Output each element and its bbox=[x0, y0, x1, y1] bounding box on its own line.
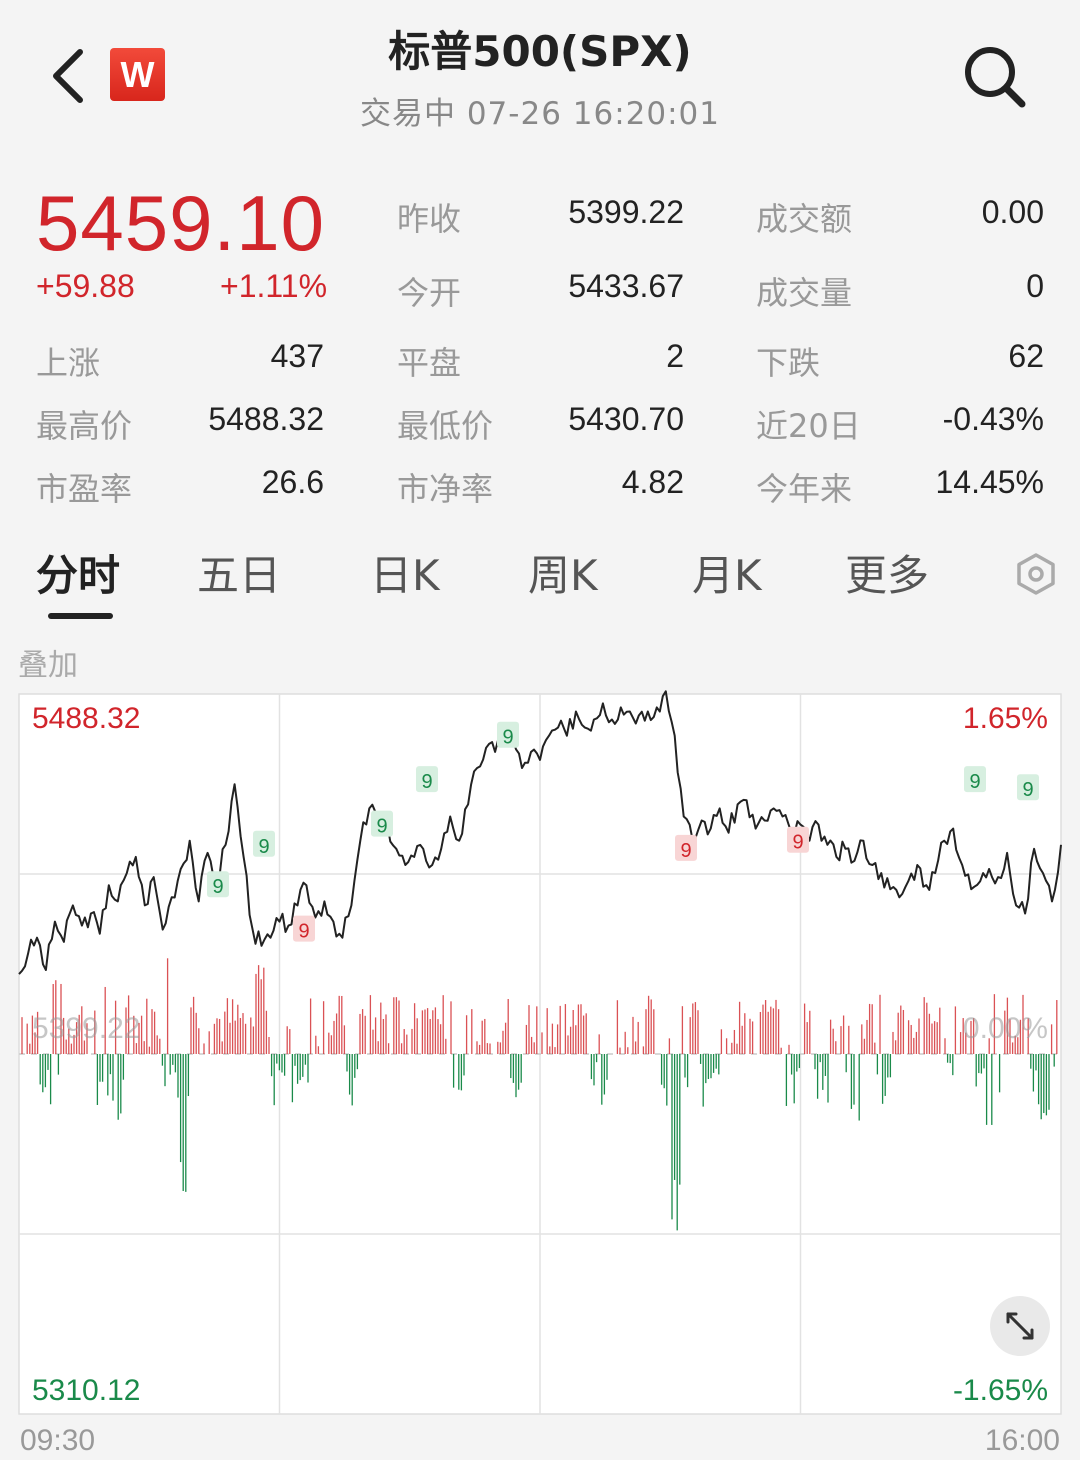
x-axis-start: 09:30 bbox=[20, 1424, 96, 1457]
signal-marker-green-label: 9 bbox=[212, 876, 223, 898]
signal-marker-red-label: 9 bbox=[792, 832, 803, 854]
intraday-chart[interactable]: 9 9 9 9 9 9 9 9 9 9 5488.32 1.65% 5399.22 0.00% 5… bbox=[0, 680, 1080, 1460]
pct-axis-low: -1.65% bbox=[952, 1374, 1048, 1407]
y-axis-mid: 5399.22 bbox=[32, 1012, 141, 1045]
signal-marker-red: 9 bbox=[787, 826, 809, 854]
tab-daily-k[interactable]: 日K bbox=[370, 542, 440, 603]
chart-canvas: 9 9 9 9 9 9 9 9 9 9 bbox=[18, 690, 1062, 1415]
pb-value: 4.82 bbox=[621, 464, 684, 500]
signal-marker-green-label: 9 bbox=[502, 727, 513, 749]
d20-value: -0.43% bbox=[942, 401, 1044, 437]
tab-monthly-k[interactable]: 月K bbox=[692, 542, 762, 603]
signal-marker-red-label: 9 bbox=[680, 840, 691, 862]
price-change-percent: +1.11% bbox=[220, 268, 328, 304]
current-price: 5459.10 bbox=[36, 179, 325, 267]
pe-label: 市盈率 bbox=[36, 470, 133, 508]
signal-marker-red: 9 bbox=[675, 834, 697, 862]
price-change: +59.88 bbox=[36, 268, 135, 304]
signal-marker-green-label: 9 bbox=[1022, 779, 1033, 801]
low-value: 5430.70 bbox=[568, 401, 684, 437]
signal-marker-green-label: 9 bbox=[421, 771, 432, 793]
x-axis-end: 16:00 bbox=[984, 1424, 1060, 1457]
volume-label: 成交量 bbox=[756, 274, 853, 312]
expand-chart-button[interactable] bbox=[990, 1296, 1050, 1356]
y-axis-low: 5310.12 bbox=[32, 1374, 141, 1407]
signal-marker-red-label: 9 bbox=[298, 921, 309, 943]
tab-five-day[interactable]: 五日 bbox=[197, 542, 281, 603]
advance-value: 437 bbox=[270, 338, 324, 374]
signal-marker-green: 9 bbox=[253, 830, 275, 858]
prev-close-label: 昨收 bbox=[397, 200, 462, 238]
flat-label: 平盘 bbox=[397, 344, 462, 382]
y-axis-high: 5488.32 bbox=[32, 702, 141, 735]
settings-hexagon-icon[interactable] bbox=[1014, 552, 1058, 596]
decline-value: 62 bbox=[1008, 338, 1044, 374]
signal-marker-green: 9 bbox=[207, 871, 229, 898]
advance-label: 上涨 bbox=[36, 344, 101, 382]
high-value: 5488.32 bbox=[208, 401, 324, 437]
pe-value: 26.6 bbox=[261, 464, 324, 500]
tab-more[interactable]: 更多 bbox=[845, 542, 929, 603]
ytd-label: 今年来 bbox=[756, 470, 853, 508]
signal-marker-green: 9 bbox=[416, 766, 438, 793]
pct-axis-mid: 0.00% bbox=[962, 1012, 1048, 1045]
signal-marker-green-label: 9 bbox=[258, 836, 269, 858]
header-bar: W 标普500(SPX) 交易中 07-26 16:20:01 bbox=[0, 0, 1080, 150]
trading-status: 交易中 07-26 16:20:01 bbox=[359, 96, 720, 132]
turnover-value: 0.00 bbox=[981, 194, 1044, 230]
overlay-button[interactable]: 叠加 bbox=[18, 640, 78, 684]
signal-marker-green: 9 bbox=[371, 810, 393, 838]
signal-marker-green-label: 9 bbox=[376, 816, 387, 838]
signal-marker-green: 9 bbox=[1017, 774, 1039, 801]
tab-intraday[interactable]: 分时 bbox=[36, 542, 120, 603]
flat-value: 2 bbox=[666, 338, 684, 374]
signal-marker-green: 9 bbox=[497, 721, 519, 749]
signal-marker-green: 9 bbox=[964, 766, 986, 793]
turnover-label: 成交额 bbox=[756, 200, 853, 238]
open-label: 今开 bbox=[397, 274, 462, 312]
signal-marker-green-label: 9 bbox=[969, 771, 980, 793]
pct-axis-high: 1.65% bbox=[962, 702, 1048, 735]
volume-value: 0 bbox=[1026, 268, 1044, 304]
prev-close-value: 5399.22 bbox=[568, 194, 684, 230]
signal-marker-red: 9 bbox=[293, 915, 315, 943]
decline-label: 下跌 bbox=[756, 344, 821, 382]
search-icon[interactable] bbox=[958, 40, 1030, 112]
page-title: 标普500(SPX) bbox=[388, 27, 692, 76]
expand-arrows-icon bbox=[1006, 1312, 1034, 1340]
ytd-value: 14.45% bbox=[935, 464, 1044, 500]
low-label: 最低价 bbox=[397, 407, 494, 445]
pb-label: 市净率 bbox=[397, 470, 494, 508]
chart-tabs: 分时 五日 日K 周K 月K 更多 bbox=[0, 530, 1080, 630]
tab-active-indicator bbox=[48, 613, 113, 619]
high-label: 最高价 bbox=[36, 407, 133, 445]
tab-weekly-k[interactable]: 周K bbox=[528, 542, 598, 603]
d20-label: 近20日 bbox=[756, 407, 861, 445]
open-value: 5433.67 bbox=[568, 268, 684, 304]
